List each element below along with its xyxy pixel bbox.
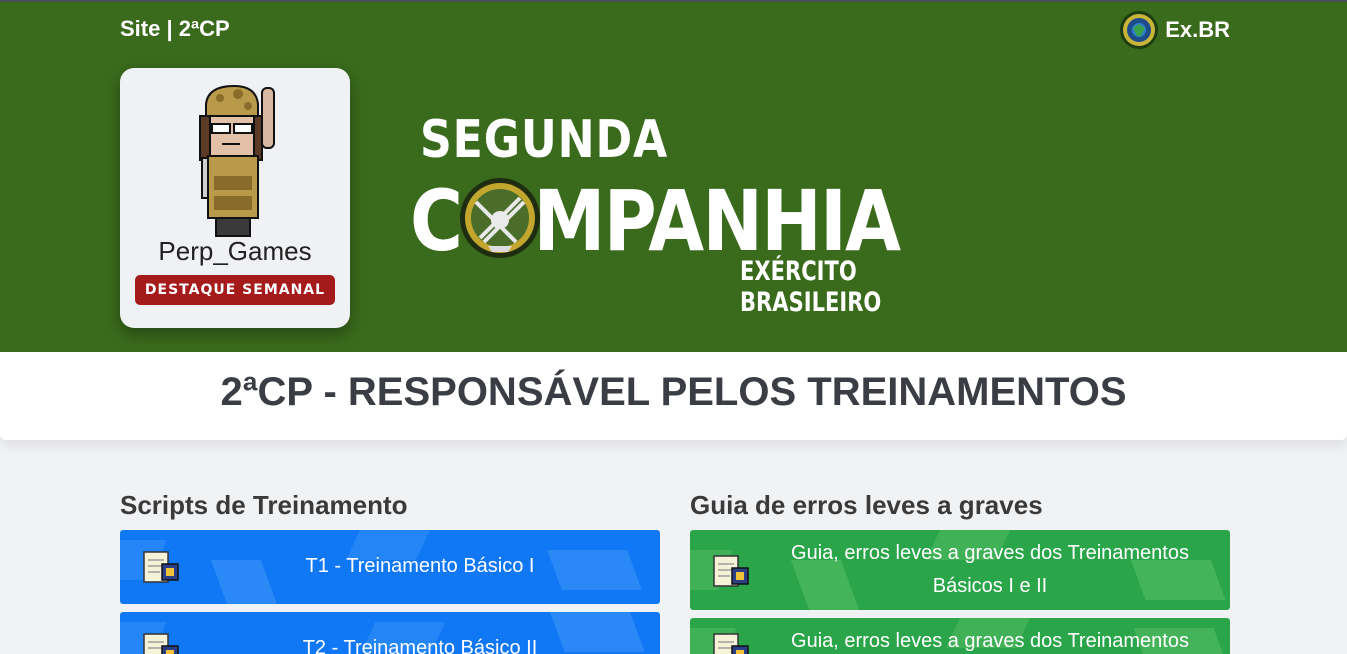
logo-letter-c: C [410,172,463,270]
script-card-label: T1 - Treinamento Básico I [305,555,535,577]
guide-card-label-line2: Básicos I e II [932,575,1048,597]
hero-header: Site | 2ªCP Ex.BR Perp_Games DESTAQUE SE… [0,2,1347,352]
guide-card-label-line1: Guia, erros leves a graves dos Treinamen… [791,630,1189,652]
logo-line-sub: EXÉRCITO BRASILEIRO [740,256,882,318]
page-title-bar: 2ªCP - RESPONSÁVEL PELOS TREINAMENTOS [0,352,1347,440]
script-card-t1[interactable]: T1 - Treinamento Básico I [120,530,660,604]
document-icon [143,551,179,583]
brand-label: Ex.BR [1165,17,1230,42]
exbr-emblem-icon [1120,11,1159,49]
logo-line-top: SEGUNDA [420,110,669,170]
weekly-highlight-badge: DESTAQUE SEMANAL [135,275,335,305]
guide-card-label-line1: Guia, erros leves a graves dos Treinamen… [791,542,1189,564]
scripts-section-title: Scripts de Treinamento [120,490,408,520]
script-card-label: T2 - Treinamento Básico II [302,637,538,654]
document-icon [713,633,749,654]
page-title: 2ªCP - RESPONSÁVEL PELOS TREINAMENTOS [220,370,1127,414]
profile-name: Perp_Games [158,236,312,266]
weekly-highlight-card[interactable]: Perp_Games DESTAQUE SEMANAL [120,68,350,328]
document-icon [143,633,179,654]
guide-card-basic[interactable]: Guia, erros leves a graves dos Treinamen… [690,530,1230,610]
guide-card-second[interactable]: Guia, erros leves a graves dos Treinamen… [690,618,1230,654]
guides-section-title: Guia de erros leves a graves [690,490,1043,520]
document-icon [713,555,749,587]
segunda-companhia-logo: SEGUNDA C MPANHIA EXÉRCITO BRASILEIRO [410,110,970,318]
habbo-avatar [199,84,275,237]
script-card-t2[interactable]: T2 - Treinamento Básico II [120,612,660,654]
company-emblem-icon [460,178,540,258]
site-link[interactable]: Site | 2ªCP [120,16,230,42]
exbr-brand-link[interactable]: Ex.BR [1119,10,1230,50]
